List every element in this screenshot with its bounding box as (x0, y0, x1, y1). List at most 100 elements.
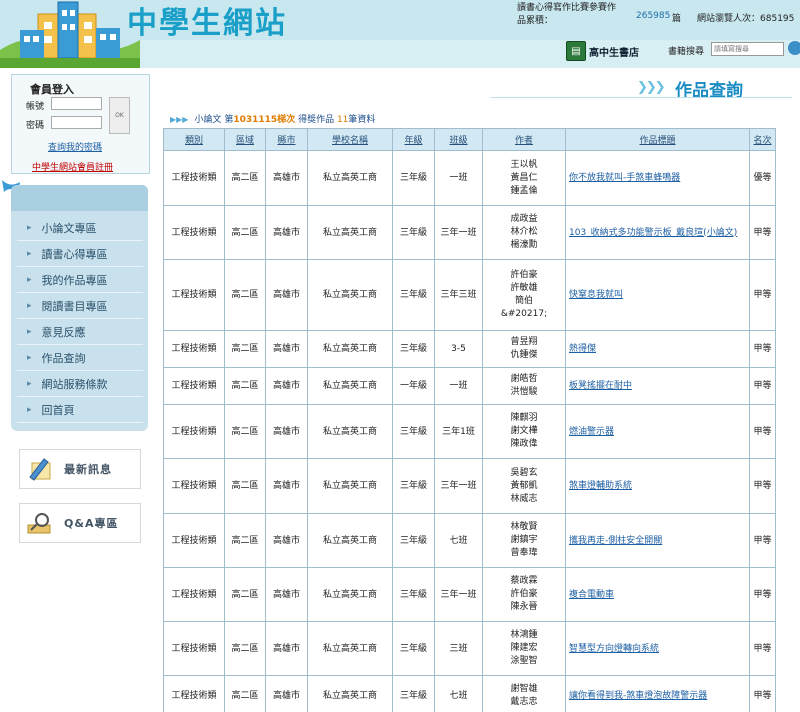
login-panel: 會員登入 帳號 密碼 OK 查詢我的密碼 中學生網站會員註冊 (11, 74, 150, 174)
bookstore-link[interactable]: ▤ 高中生書店 (566, 40, 648, 62)
grade-cell: 三年級 (392, 205, 435, 260)
author-name: 洪愷駿 (510, 387, 538, 397)
table-row: 工程技術類 高二區 高雄市 私立高英工商 三年級 一班 王以帆 黃昌仁 鍾孟倫 你不放我就叫-手煞… (163, 150, 776, 206)
authors-cell: 成政益 林介松 楊濠勳 (482, 205, 566, 260)
author-name: 簡伯 (514, 296, 533, 306)
region-cell: 高二區 (224, 330, 266, 368)
authors-cell: 林鴻鍾 陳建宏 涂聖智 (482, 621, 566, 676)
school-cell: 私立高英工商 (307, 567, 393, 622)
category-cell: 工程技術類 (163, 330, 225, 368)
city-cell: 高雄市 (265, 675, 308, 712)
class-cell: 三年1班 (434, 404, 483, 459)
region-cell: 高二區 (224, 150, 266, 206)
table-row: 工程技術類 高二區 高雄市 私立高英工商 三年級 三年一班 吳碧玄 黃郁凱 林威志 煞車燈輔助系統… (163, 458, 776, 514)
column-header[interactable]: 班級 (434, 128, 483, 151)
bullet-icon: ▸ (27, 222, 32, 233)
column-header[interactable]: 作品標題 (565, 128, 750, 151)
school-cell: 私立高英工商 (307, 259, 393, 331)
authors-cell: 謝皓哲 洪愷駿 (482, 367, 566, 405)
city-cell: 高雄市 (265, 205, 308, 260)
nav-item-book-list[interactable]: ▸ 閱讀書目專區 (17, 293, 143, 319)
search-go-icon[interactable] (788, 41, 800, 55)
nav-item-work-search[interactable]: ▸ 作品查詢 (17, 345, 143, 371)
book-search-input[interactable] (711, 42, 784, 56)
rank-cell: 優等 (749, 150, 776, 206)
nav-item-terms[interactable]: ▸ 網站服務條款 (17, 371, 143, 397)
work-title-link[interactable]: 快窒息我就叫 (569, 290, 623, 300)
rank-cell: 甲等 (749, 567, 776, 622)
column-header[interactable]: 區域 (224, 128, 266, 151)
author-name: 謝文樺 (510, 426, 538, 436)
author-name: 謝智雄 (510, 683, 538, 694)
grade-cell: 三年級 (392, 330, 435, 368)
work-title-link[interactable]: 你不放我就叫-手煞車蜂鳴器 (569, 173, 680, 183)
title-cell: 讓你看得到我-煞車燈泡故障警示器 (565, 675, 750, 712)
nav-item-reading-report[interactable]: ▸ 讀書心得專區 (17, 241, 143, 267)
title-cell: 103_收納式多功能警示板_戴良瑄(小論文) (565, 205, 750, 260)
table-header-row: 類別 區域 縣市 學校名稱 年級 班級 作者 作品標題 名次 (163, 128, 776, 151)
rank-cell: 甲等 (749, 367, 776, 405)
author-name: 戴志忠 (510, 696, 538, 707)
region-cell: 高二區 (224, 458, 266, 514)
class-cell: 一班 (434, 150, 483, 206)
bullet-icon: ▸ (27, 326, 32, 337)
grade-cell: 三年級 (392, 567, 435, 622)
author-name: 成政益 (510, 214, 538, 224)
work-title-link[interactable]: 讓你看得到我-煞車燈泡故障警示器 (569, 691, 707, 701)
grade-cell: 三年級 (392, 259, 435, 331)
author-name: 陳麒羽 (510, 413, 538, 423)
site-title[interactable]: 中學生網站 (127, 0, 287, 42)
account-input[interactable] (51, 97, 102, 110)
work-title-link[interactable]: 煞車燈輔助系統 (569, 481, 632, 491)
work-title-link[interactable]: 103_收納式多功能警示板_戴良瑄(小論文) (569, 228, 737, 238)
column-header[interactable]: 名次 (749, 128, 776, 151)
school-cell: 私立高英工商 (307, 404, 393, 459)
author-name: 許伯豪 (510, 589, 538, 599)
region-cell: 高二區 (224, 367, 266, 405)
register-link[interactable]: 中學生網站會員註冊 (32, 160, 113, 173)
password-label: 密碼 (26, 121, 45, 131)
grade-cell: 三年級 (392, 404, 435, 459)
latest-news-button[interactable]: 最新訊息 (19, 449, 141, 489)
forgot-password-link[interactable]: 查詢我的密碼 (48, 140, 102, 153)
table-row: 工程技術類 高二區 高雄市 私立高英工商 三年級 七班 林敬賢 謝鎮宇 曾奉瑋 攜我再走-側柱安全… (163, 513, 776, 568)
work-title-link[interactable]: 板凳搖擺在耐中 (569, 381, 632, 391)
column-header[interactable]: 類別 (163, 128, 225, 151)
authors-cell: 曾昱翔 仇鍾傑 (482, 330, 566, 368)
city-cell: 高雄市 (265, 259, 308, 331)
work-title-link[interactable]: 複合電動車 (569, 590, 614, 600)
work-title-link[interactable]: 燃油警示器 (569, 427, 614, 437)
column-header[interactable]: 作者 (482, 128, 566, 151)
table-row: 工程技術類 高二區 高雄市 私立高英工商 三年級 三班 林鴻鍾 陳建宏 涂聖智 智慧型方向燈轉向系… (163, 621, 776, 676)
rank-cell: 甲等 (749, 458, 776, 514)
work-title-link[interactable]: 熱得傑 (569, 344, 596, 354)
region-cell: 高二區 (224, 259, 266, 331)
school-building-logo[interactable] (0, 0, 140, 68)
region-cell: 高二區 (224, 567, 266, 622)
column-header[interactable]: 縣市 (265, 128, 308, 151)
column-header[interactable]: 學校名稱 (307, 128, 393, 151)
region-cell: 高二區 (224, 513, 266, 568)
nav-item-feedback[interactable]: ▸ 意見反應 (17, 319, 143, 345)
author-name: 楊濠勳 (510, 240, 538, 250)
work-title-link[interactable]: 攜我再走-側柱安全開關 (569, 536, 662, 546)
title-cell: 智慧型方向燈轉向系統 (565, 621, 750, 676)
nav-item-essay[interactable]: ▸ 小論文專區 (17, 215, 143, 241)
contest-label-line2: 品累積： (517, 16, 554, 26)
title-cell: 板凳搖擺在耐中 (565, 367, 750, 405)
school-cell: 私立高英工商 (307, 367, 393, 405)
column-header[interactable]: 年級 (392, 128, 435, 151)
nav-item-my-works[interactable]: ▸ 我的作品專區 (17, 267, 143, 293)
qa-button[interactable]: Q&A專區 (19, 503, 141, 543)
nav-item-home[interactable]: ▸ 回首頁 (17, 397, 143, 423)
author-name: 吳碧玄 (510, 467, 538, 478)
title-cell: 煞車燈輔助系統 (565, 458, 750, 514)
table-row: 工程技術類 高二區 高雄市 私立高英工商 三年級 三年一班 成政益 林介松 楊濠勳 103_收納式… (163, 205, 776, 260)
bullet-icon: ▸ (27, 248, 32, 259)
author-name: &#20217; (500, 309, 548, 319)
city-cell: 高雄市 (265, 458, 308, 514)
result-prefix: 小論文 第 (194, 115, 234, 125)
login-ok-button[interactable]: OK (109, 97, 130, 134)
password-input[interactable] (51, 116, 102, 129)
work-title-link[interactable]: 智慧型方向燈轉向系統 (569, 644, 659, 654)
